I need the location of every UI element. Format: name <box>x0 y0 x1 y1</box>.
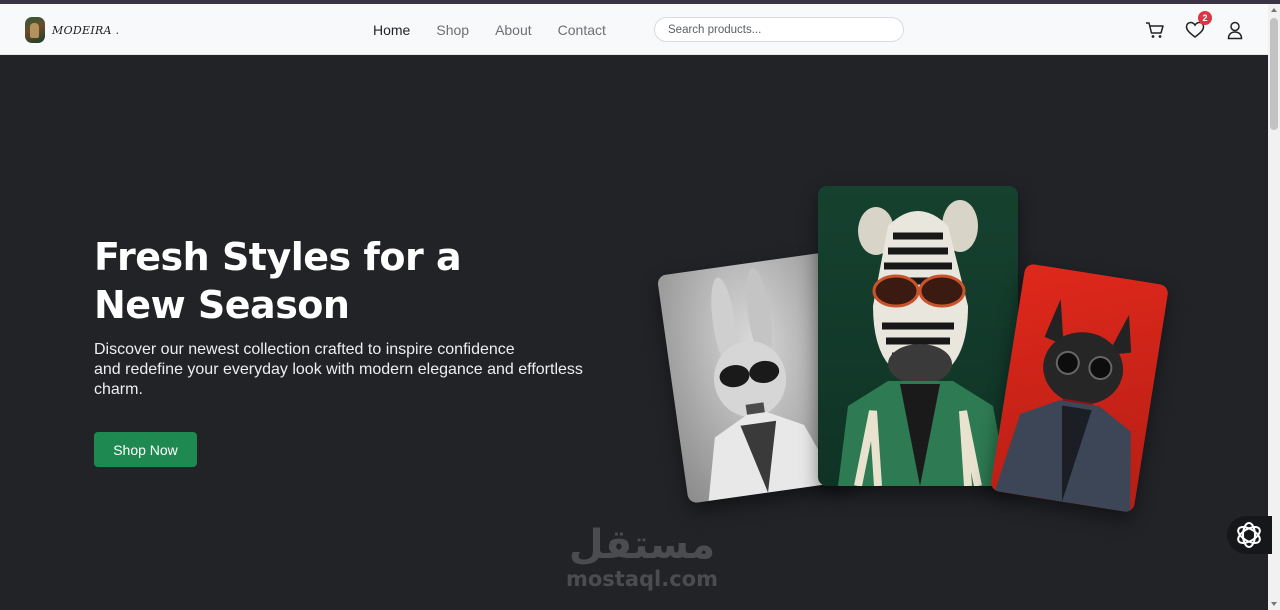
chat-widget-button[interactable] <box>1227 516 1272 554</box>
hero-subtitle-line-1: Discover our newest collection crafted t… <box>94 341 515 358</box>
nav-link-contact[interactable]: Contact <box>558 22 606 38</box>
watermark-arabic-text: مستقل <box>568 522 716 568</box>
user-icon[interactable] <box>1225 20 1245 40</box>
search-input[interactable] <box>654 17 904 42</box>
wishlist-count-badge: 2 <box>1198 11 1212 25</box>
hero-subtitle: Discover our newest collection crafted t… <box>94 340 594 400</box>
scroll-down-arrow[interactable] <box>1271 602 1277 606</box>
scroll-up-arrow[interactable] <box>1271 8 1277 12</box>
nav-link-about[interactable]: About <box>495 22 532 38</box>
scroll-thumb[interactable] <box>1270 18 1278 130</box>
brand[interactable]: MODEIRA . <box>25 17 119 43</box>
hero-title: Fresh Styles for a New Season <box>94 233 494 329</box>
mostaql-watermark: مستقل mostaql.com <box>562 522 722 590</box>
zebra-model-image <box>818 186 1018 486</box>
hero-title-line-1: Fresh Styles for a <box>94 235 462 279</box>
nav-link-shop[interactable]: Shop <box>436 22 469 38</box>
hero-subtitle-line-3: charm. <box>94 381 143 398</box>
shop-now-button[interactable]: Shop Now <box>94 432 197 467</box>
brand-name: MODEIRA . <box>52 23 120 37</box>
assistant-logo-icon <box>1237 522 1261 548</box>
main-nav: Home Shop About Contact <box>373 4 632 55</box>
watermark-latin-text: mostaql.com <box>566 567 718 591</box>
hero-title-line-2: New Season <box>94 283 350 327</box>
navbar: MODEIRA . Home Shop About Contact 2 <box>0 4 1268 55</box>
brand-logo <box>25 17 45 43</box>
hero-subtitle-line-2: and redefine your everyday look with mod… <box>94 361 583 378</box>
nav-link-home[interactable]: Home <box>373 22 410 38</box>
cart-icon[interactable] <box>1145 20 1165 40</box>
